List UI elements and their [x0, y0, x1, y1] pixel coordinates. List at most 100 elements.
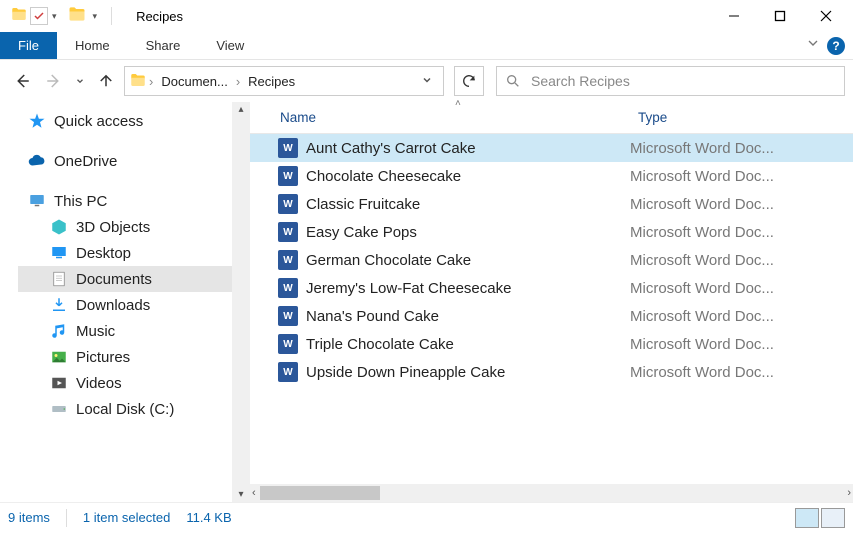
- file-type: Microsoft Word Doc...: [630, 168, 774, 185]
- sidebar-item-label: Videos: [76, 375, 122, 392]
- folder-type-icon: [50, 322, 68, 340]
- back-button[interactable]: [8, 67, 36, 95]
- navigation-pane: Quick access OneDrive This PC 3D Objects…: [0, 102, 250, 502]
- folder-icon: [67, 4, 87, 29]
- sidebar-scrollbar[interactable]: ▴ ▾: [232, 102, 250, 502]
- word-doc-icon: W: [278, 194, 298, 214]
- column-type[interactable]: Type: [630, 110, 853, 125]
- column-headers: ˄ Name Type: [250, 102, 853, 134]
- sidebar-this-pc[interactable]: This PC: [18, 188, 250, 214]
- folder-type-icon: [50, 244, 68, 262]
- maximize-button[interactable]: [757, 0, 803, 32]
- file-pane: ˄ Name Type WAunt Cathy's Carrot CakeMic…: [250, 102, 853, 502]
- file-row[interactable]: WAunt Cathy's Carrot CakeMicrosoft Word …: [250, 134, 853, 162]
- scroll-right-icon[interactable]: ›: [847, 487, 851, 499]
- recent-locations-button[interactable]: [72, 67, 88, 95]
- file-list: WAunt Cathy's Carrot CakeMicrosoft Word …: [250, 134, 853, 484]
- close-button[interactable]: [803, 0, 849, 32]
- word-doc-icon: W: [278, 278, 298, 298]
- chevron-right-icon[interactable]: ›: [147, 74, 155, 89]
- qat-dropdown-icon[interactable]: ▾: [50, 11, 59, 22]
- sidebar-item-label: Local Disk (C:): [76, 401, 174, 418]
- quick-access-toolbar: ▾ ▾: [4, 4, 120, 29]
- scroll-down-icon[interactable]: ▾: [238, 489, 243, 500]
- word-doc-icon: W: [278, 138, 298, 158]
- monitor-icon: [28, 192, 46, 210]
- sidebar-item-label: 3D Objects: [76, 219, 150, 236]
- sidebar-item-pictures[interactable]: Pictures: [18, 344, 250, 370]
- refresh-button[interactable]: [454, 66, 484, 96]
- word-doc-icon: W: [278, 250, 298, 270]
- file-row[interactable]: WGerman Chocolate CakeMicrosoft Word Doc…: [250, 246, 853, 274]
- sidebar-item-downloads[interactable]: Downloads: [18, 292, 250, 318]
- file-row[interactable]: WJeremy's Low-Fat CheesecakeMicrosoft Wo…: [250, 274, 853, 302]
- scroll-up-icon[interactable]: ▴: [238, 104, 243, 115]
- status-size: 11.4 KB: [186, 510, 247, 525]
- sidebar-quick-access[interactable]: Quick access: [18, 108, 250, 134]
- sidebar-item-music[interactable]: Music: [18, 318, 250, 344]
- search-icon: [505, 73, 521, 89]
- file-row[interactable]: WClassic FruitcakeMicrosoft Word Doc...: [250, 190, 853, 218]
- file-name: Classic Fruitcake: [306, 196, 630, 213]
- folder-icon: [129, 71, 147, 92]
- file-type: Microsoft Word Doc...: [630, 308, 774, 325]
- file-type: Microsoft Word Doc...: [630, 252, 774, 269]
- file-name: Upside Down Pineapple Cake: [306, 364, 630, 381]
- file-name: Nana's Pound Cake: [306, 308, 630, 325]
- qat-overflow-icon[interactable]: ▾: [89, 11, 102, 22]
- sidebar-item-desktop[interactable]: Desktop: [18, 240, 250, 266]
- breadcrumb-recipes[interactable]: Recipes: [242, 74, 301, 89]
- scroll-left-icon[interactable]: ‹: [252, 487, 256, 499]
- breadcrumb-documents[interactable]: Documen...: [155, 74, 233, 89]
- sidebar-item-local-disk-c-[interactable]: Local Disk (C:): [18, 396, 250, 422]
- sidebar-onedrive[interactable]: OneDrive: [18, 148, 250, 174]
- scrollbar-thumb[interactable]: [260, 486, 380, 500]
- sidebar-item-documents[interactable]: Documents: [18, 266, 250, 292]
- ribbon-collapse-icon[interactable]: [805, 35, 821, 56]
- folder-type-icon: [50, 348, 68, 366]
- file-name: Triple Chocolate Cake: [306, 336, 630, 353]
- folder-icon: [10, 5, 28, 28]
- file-row[interactable]: WUpside Down Pineapple CakeMicrosoft Wor…: [250, 358, 853, 386]
- status-selection: 1 item selected: [83, 510, 186, 525]
- file-type: Microsoft Word Doc...: [630, 140, 774, 157]
- folder-type-icon: [50, 374, 68, 392]
- file-type: Microsoft Word Doc...: [630, 336, 774, 353]
- word-doc-icon: W: [278, 166, 298, 186]
- word-doc-icon: W: [278, 306, 298, 326]
- chevron-right-icon[interactable]: ›: [234, 74, 242, 89]
- large-icons-view-button[interactable]: [821, 508, 845, 528]
- tab-home[interactable]: Home: [57, 32, 128, 59]
- qat-item[interactable]: [30, 7, 48, 25]
- folder-type-icon: [50, 270, 68, 288]
- sidebar-item-label: Pictures: [76, 349, 130, 366]
- search-input[interactable]: Search Recipes: [496, 66, 845, 96]
- details-view-button[interactable]: [795, 508, 819, 528]
- minimize-button[interactable]: [711, 0, 757, 32]
- file-row[interactable]: W Nana's Pound CakeMicrosoft Word Doc...: [250, 302, 853, 330]
- status-bar: 9 items 1 item selected 11.4 KB: [0, 502, 853, 532]
- title-bar: ▾ ▾ Recipes: [0, 0, 853, 32]
- file-row[interactable]: WEasy Cake PopsMicrosoft Word Doc...: [250, 218, 853, 246]
- horizontal-scrollbar[interactable]: ‹ ›: [250, 484, 853, 502]
- folder-type-icon: [50, 296, 68, 314]
- file-row[interactable]: W Triple Chocolate CakeMicrosoft Word Doc…: [250, 330, 853, 358]
- address-history-icon[interactable]: [415, 74, 439, 89]
- forward-button[interactable]: [40, 67, 68, 95]
- sidebar-item-videos[interactable]: Videos: [18, 370, 250, 396]
- sidebar-item-label: Music: [76, 323, 115, 340]
- file-name: Jeremy's Low-Fat Cheesecake: [306, 280, 630, 297]
- view-toggle: [795, 508, 845, 528]
- up-button[interactable]: [92, 67, 120, 95]
- file-row[interactable]: WChocolate CheesecakeMicrosoft Word Doc.…: [250, 162, 853, 190]
- address-bar[interactable]: › Documen... › Recipes: [124, 66, 444, 96]
- tab-share[interactable]: Share: [128, 32, 199, 59]
- file-tab[interactable]: File: [0, 32, 57, 59]
- word-doc-icon: W: [278, 334, 298, 354]
- sidebar-item-3d-objects[interactable]: 3D Objects: [18, 214, 250, 240]
- word-doc-icon: W: [278, 222, 298, 242]
- tab-view[interactable]: View: [198, 32, 262, 59]
- column-name[interactable]: Name: [250, 110, 630, 125]
- window-title: Recipes: [120, 9, 711, 24]
- help-button[interactable]: ?: [827, 37, 845, 55]
